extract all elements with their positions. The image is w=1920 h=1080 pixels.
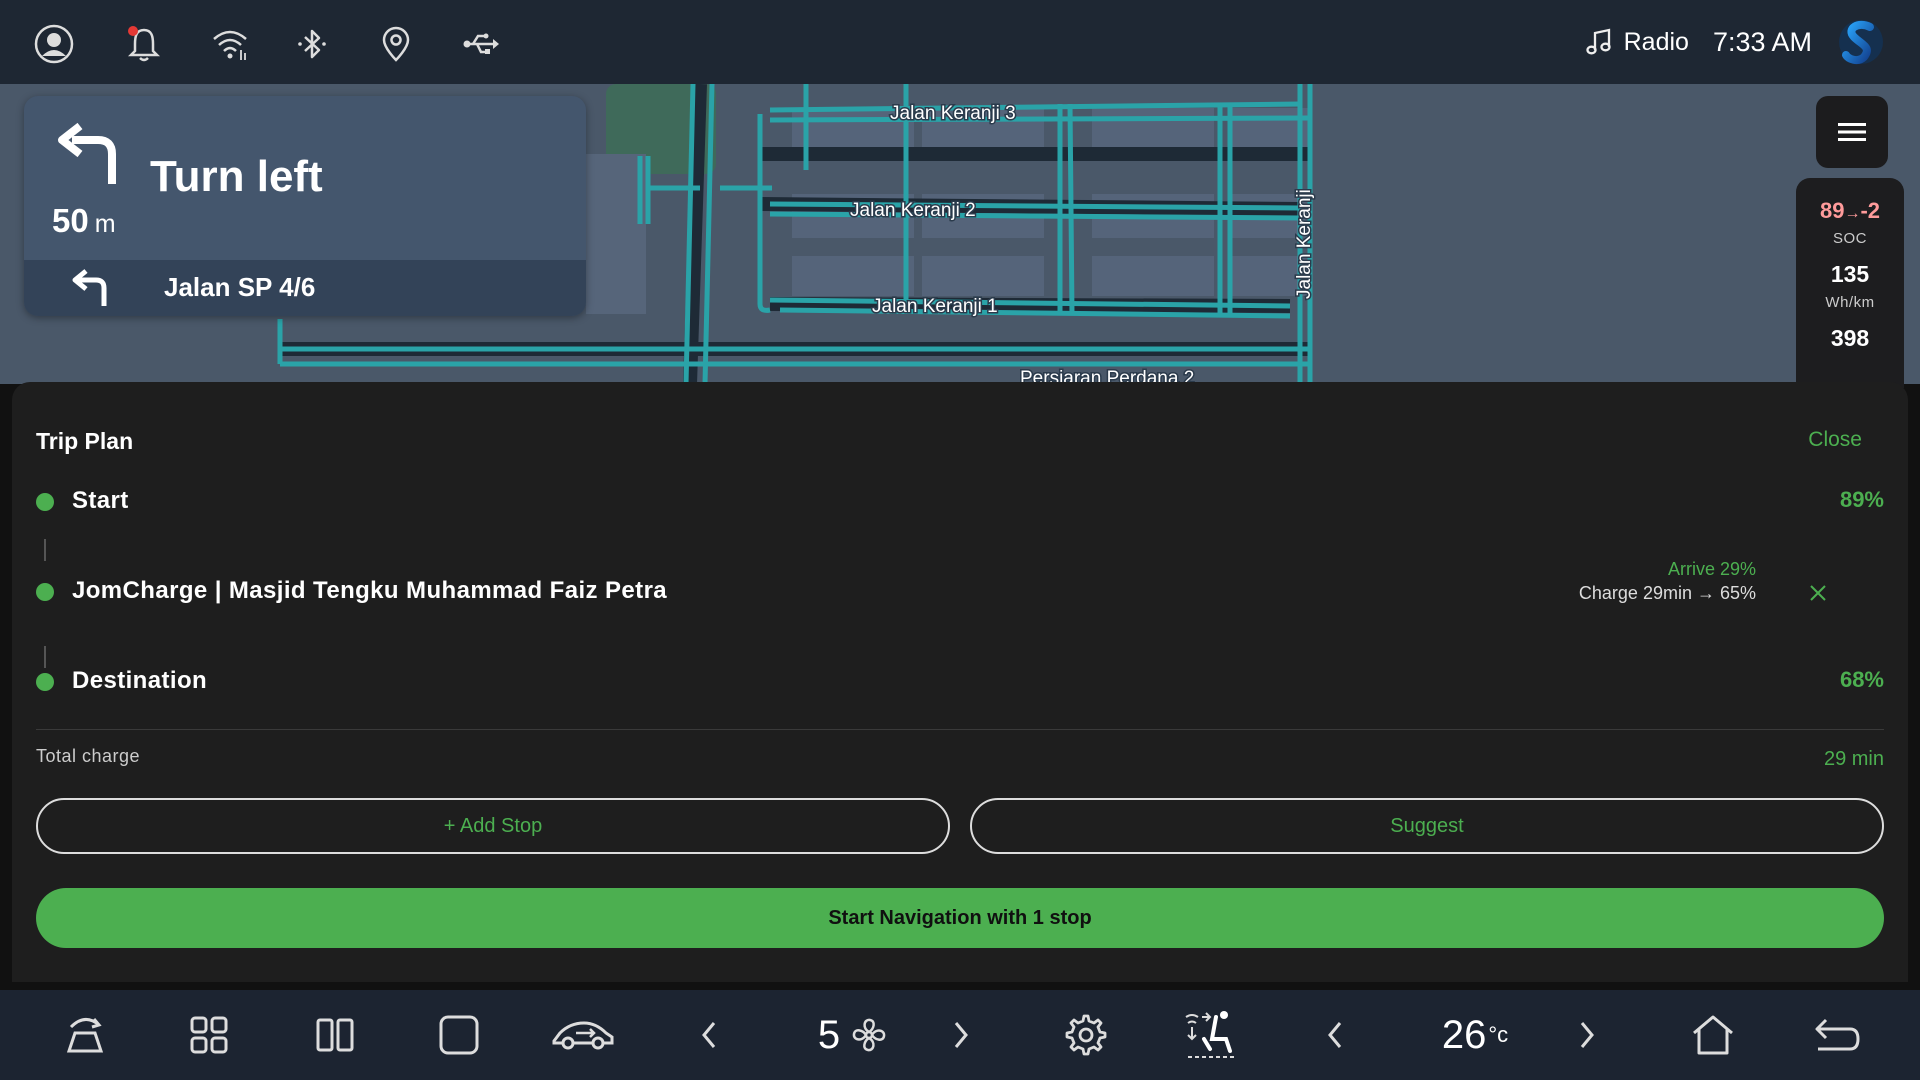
temp-decrease-button[interactable] (1318, 1008, 1352, 1062)
trip-plan-panel: Trip Plan Close Start 89% JomCharge | Ma… (12, 382, 1908, 982)
split-screen-button[interactable] (308, 1008, 362, 1062)
home-button[interactable] (1688, 1008, 1738, 1062)
trip-stop-start[interactable]: Start 89% (36, 483, 1884, 523)
maneuver-distance: 50 m (52, 202, 116, 240)
fan-decrease-button[interactable] (692, 1008, 726, 1062)
chevron-left-icon (1328, 1022, 1342, 1048)
settings-button[interactable] (1060, 1008, 1112, 1062)
temperature-control: 26 °c (1420, 1008, 1530, 1062)
temperature-unit: °c (1488, 1022, 1509, 1047)
bluetooth-icon[interactable] (292, 24, 332, 64)
notification-bell-icon[interactable] (124, 24, 164, 64)
arrive-soc: Arrive 29% (1667, 559, 1756, 579)
wifi-icon[interactable] (210, 24, 250, 64)
home-icon (1693, 1015, 1733, 1055)
route-connector (44, 539, 46, 561)
full-screen-button[interactable] (432, 1008, 486, 1062)
charge-plan: Charge 29min → 65% (1578, 583, 1756, 603)
energy-stats-panel: 89→-2 SOC 135 Wh/km 398 (1796, 178, 1904, 388)
back-arrow-icon (1815, 1018, 1860, 1051)
turn-left-small-icon (72, 269, 107, 306)
stop-name: Destination (72, 667, 208, 694)
remove-stop-icon[interactable] (1806, 581, 1830, 605)
suggest-button[interactable]: Suggest (970, 798, 1884, 854)
start-navigation-button[interactable]: Start Navigation with 1 stop (36, 888, 1884, 948)
total-charge-label: Total charge (36, 746, 141, 766)
consumption-value: 135 (1830, 261, 1870, 287)
bottom-dock: 5 26 °c (0, 990, 1920, 1080)
consumption-unit: Wh/km (1825, 294, 1875, 311)
stop-name: Start (72, 487, 129, 514)
map-street-label: Jalan Keranji (1294, 189, 1315, 299)
stop-soc: 68% (1839, 667, 1884, 692)
car-icon (552, 1021, 614, 1050)
voice-assistant-icon[interactable] (1836, 17, 1886, 67)
current-maneuver: Turn left 50 m (24, 96, 586, 260)
divider (36, 729, 1884, 730)
temperature-value: 26 (1441, 1012, 1487, 1057)
stop-soc: 89% (1839, 487, 1884, 512)
drive-mode-icon (66, 1018, 104, 1053)
next-street-name: Jalan SP 4/6 (164, 272, 316, 302)
soc-to: -2 (1860, 198, 1881, 223)
seat-climate-button[interactable] (1180, 1008, 1240, 1062)
chevron-right-icon (1580, 1022, 1594, 1048)
trip-stop-charger[interactable]: JomCharge | Masjid Tengku Muhammad Faiz … (36, 559, 1884, 613)
apps-grid-button[interactable] (182, 1008, 236, 1062)
clock: 7:33 AM (1712, 26, 1812, 57)
stop-dot (36, 673, 54, 691)
chevron-left-icon (702, 1022, 716, 1048)
music-note-icon (1585, 28, 1611, 55)
soc-arrow: → (1844, 205, 1861, 222)
turn-instruction-card[interactable]: Turn left 50 m Jalan SP 4/6 (24, 96, 586, 316)
fan-icon (852, 1018, 886, 1052)
close-button[interactable]: Close (1808, 428, 1862, 452)
add-stop-button[interactable]: + Add Stop (36, 798, 950, 854)
soc-from: 89 (1819, 198, 1845, 223)
seat-airflow-icon (1185, 1011, 1234, 1058)
vehicle-shortcut-button[interactable] (58, 1008, 112, 1062)
range-value: 398 (1830, 325, 1870, 351)
charge-details: Arrive 29% Charge 29min → 65% (1356, 559, 1756, 613)
usb-icon[interactable] (460, 24, 500, 64)
stop-dot (36, 493, 54, 511)
soc-label: SOC (1832, 230, 1867, 247)
account-icon[interactable] (34, 24, 74, 64)
status-bar-right: Radio 7:33 AM (1584, 0, 1886, 84)
temp-increase-button[interactable] (1570, 1008, 1604, 1062)
map-menu-button[interactable] (1816, 96, 1888, 168)
maneuver-instruction: Turn left (150, 152, 323, 201)
hamburger-menu-icon (1838, 123, 1866, 141)
fan-speed-control: 5 (798, 1008, 908, 1062)
stop-dot (36, 583, 54, 601)
grid-icon (190, 1016, 228, 1054)
map-street-label: Jalan Keranji 2 (850, 200, 976, 221)
maneuver-distance-value: 50 (52, 202, 89, 239)
total-charge-value: 29 min (1823, 748, 1884, 770)
square-icon (439, 1015, 479, 1055)
next-street-bar: Jalan SP 4/6 (24, 260, 586, 316)
chevron-right-icon (954, 1022, 968, 1048)
trip-stop-destination[interactable]: Destination 68% (36, 663, 1884, 703)
gear-icon (1065, 1014, 1107, 1056)
status-bar: Radio 7:33 AM (0, 0, 1920, 84)
car-controls-button[interactable] (548, 1008, 618, 1062)
back-button[interactable] (1810, 1008, 1864, 1062)
map-street-label: Jalan Keranji 3 (890, 103, 1016, 124)
trip-plan-title: Trip Plan (36, 428, 134, 454)
split-screen-icon (316, 1018, 354, 1052)
stop-name: JomCharge | Masjid Tengku Muhammad Faiz … (72, 577, 668, 604)
fan-speed-value: 5 (817, 1012, 841, 1057)
fan-increase-button[interactable] (944, 1008, 978, 1062)
media-source-label: Radio (1623, 27, 1689, 56)
map-street-label: Jalan Keranji 1 (872, 296, 998, 317)
turn-left-arrow-icon (58, 122, 116, 184)
location-pin-icon[interactable] (376, 24, 416, 64)
soc-change: 89→-2 (1796, 198, 1904, 224)
maneuver-distance-unit: m (94, 210, 116, 238)
media-source[interactable]: Radio (1584, 27, 1689, 57)
